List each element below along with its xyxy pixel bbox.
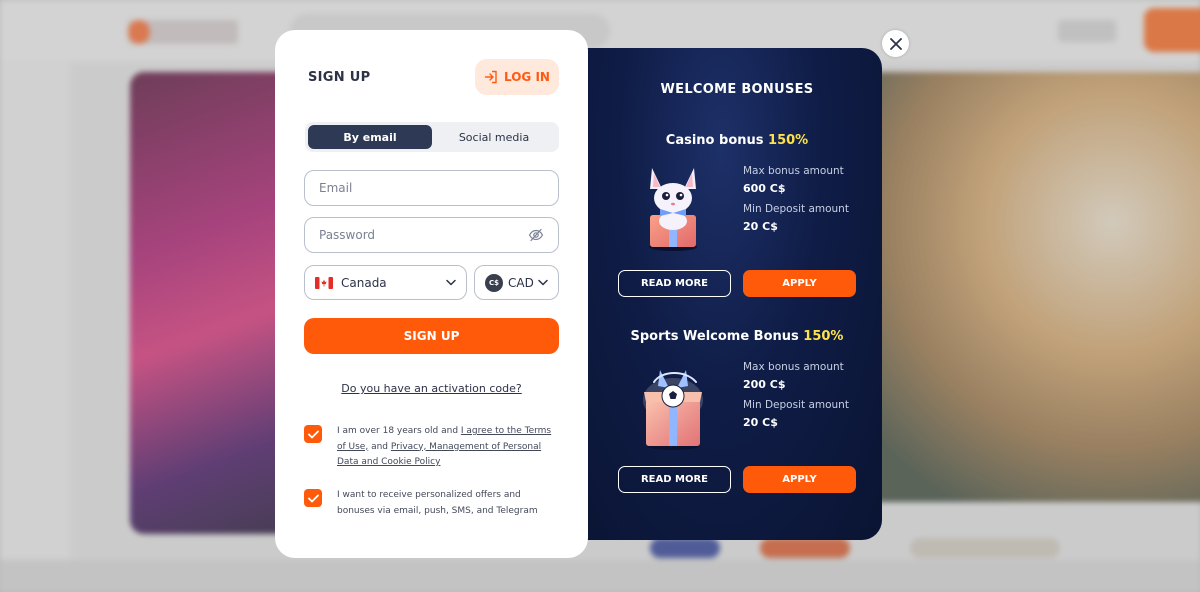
tab-social-media[interactable]: Social media — [432, 125, 556, 149]
checkmark-icon — [307, 494, 319, 502]
close-button[interactable] — [882, 30, 909, 57]
sports-apply-button[interactable]: APPLY — [743, 466, 856, 493]
sports-read-more-button[interactable]: READ MORE — [618, 466, 731, 493]
sports-max-label: Max bonus amount — [743, 361, 844, 373]
sports-bonus-title: Sports Welcome Bonus 150% — [560, 329, 914, 344]
casino-max-label: Max bonus amount — [743, 165, 844, 177]
casino-bonus-percent: 150% — [768, 133, 809, 148]
marketing-text: I want to receive personalized offers an… — [337, 490, 538, 516]
login-icon — [484, 70, 497, 84]
login-label: LOG IN — [504, 70, 550, 84]
sports-bonus-percent: 150% — [803, 329, 844, 344]
sports-bonus-info: Max bonus amount 200 C$ Min Deposit amou… — [743, 359, 849, 435]
signup-method-tabs: By email Social media — [305, 122, 559, 152]
password-field[interactable] — [304, 217, 559, 253]
sports-max-value: 200 C$ — [743, 378, 786, 391]
currency-icon: C$ — [485, 273, 503, 292]
close-icon — [889, 37, 902, 50]
country-select[interactable]: Canada — [304, 265, 467, 300]
soccer-gift-icon — [643, 370, 703, 450]
welcome-bonuses-title: WELCOME BONUSES — [660, 82, 814, 97]
chevron-down-icon — [538, 279, 548, 286]
currency-value: CAD — [508, 275, 534, 290]
signup-title: SIGN UP — [308, 70, 371, 85]
fox-gift-icon — [649, 168, 697, 251]
casino-max-value: 600 C$ — [743, 182, 786, 195]
activation-code-link[interactable]: Do you have an activation code? — [275, 382, 588, 395]
casino-bonus-title: Casino bonus 150% — [560, 133, 914, 148]
email-field[interactable] — [304, 170, 559, 206]
terms-consent: I am over 18 years old and I agree to th… — [304, 424, 559, 471]
casino-bonus-name: Casino bonus — [665, 133, 769, 148]
country-value: Canada — [341, 275, 387, 290]
login-button[interactable]: LOG IN — [475, 59, 559, 95]
tab-by-email[interactable]: By email — [308, 125, 432, 149]
canada-flag-icon — [315, 276, 333, 289]
casino-bonus-info: Max bonus amount 600 C$ Min Deposit amou… — [743, 163, 849, 239]
terms-text-before: I am over 18 years old and — [337, 426, 461, 436]
marketing-consent: I want to receive personalized offers an… — [304, 488, 559, 519]
terms-checkbox[interactable] — [304, 425, 322, 443]
casino-read-more-button[interactable]: READ MORE — [618, 270, 731, 297]
chevron-down-icon — [446, 279, 456, 286]
sports-min-value: 20 C$ — [743, 416, 778, 429]
signup-submit-button[interactable]: SIGN UP — [304, 318, 559, 354]
currency-select[interactable]: C$ CAD — [474, 265, 559, 300]
marketing-checkbox[interactable] — [304, 489, 322, 507]
checkmark-icon — [307, 430, 319, 438]
password-input[interactable] — [319, 228, 528, 242]
sports-min-label: Min Deposit amount — [743, 399, 849, 411]
sports-bonus-name: Sports Welcome Bonus — [630, 329, 804, 344]
casino-apply-button[interactable]: APPLY — [743, 270, 856, 297]
signup-panel: SIGN UP LOG IN By email Social media Can… — [275, 30, 588, 558]
terms-text-middle: and — [368, 441, 391, 452]
casino-min-value: 20 C$ — [743, 220, 778, 233]
welcome-bonuses-panel: WELCOME BONUSES Casino bonus 150% Max bo… — [560, 48, 882, 540]
terms-text: I am over 18 years old and I agree to th… — [337, 424, 559, 471]
eye-off-icon[interactable] — [528, 227, 544, 243]
email-input[interactable] — [319, 181, 544, 195]
casino-min-label: Min Deposit amount — [743, 203, 849, 215]
